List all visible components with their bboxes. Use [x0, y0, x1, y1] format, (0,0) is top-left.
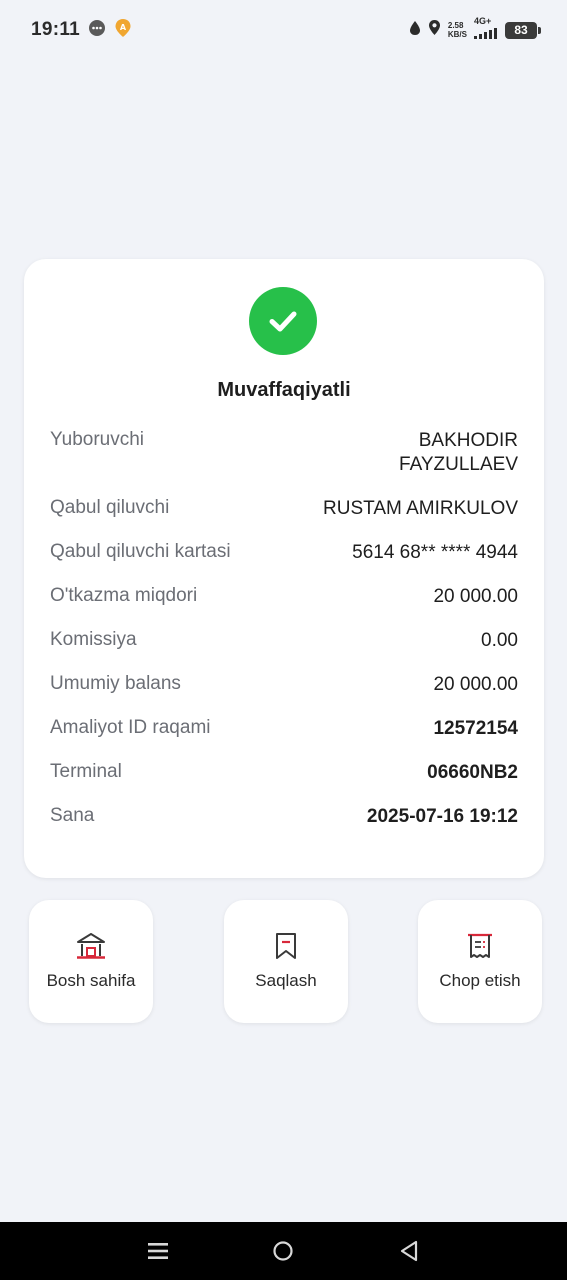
detail-label: Yuboruvchi — [50, 429, 145, 450]
detail-value: 20 000.00 — [433, 674, 518, 695]
detail-value: BAKHODIR FAYZULLAEV — [399, 430, 518, 475]
battery-level: 83 — [514, 23, 528, 37]
detail-label: Umumiy balans — [50, 673, 181, 694]
battery-icon: 83 — [505, 21, 541, 39]
home-button[interactable]: Bosh sahifa — [29, 900, 153, 1023]
print-button-label: Chop etish — [439, 971, 521, 990]
svg-text:A: A — [120, 23, 127, 32]
menu-icon — [147, 1243, 168, 1259]
detail-value: 20 000.00 — [433, 586, 518, 607]
status-bar-right: 2.58 KB/S 4G+ 83 — [409, 15, 541, 44]
receipt-card: Muvaffaqiyatli Yuboruvchi BAKHODIR FAYZU… — [24, 259, 544, 878]
back-nav-button[interactable] — [389, 1231, 429, 1271]
detail-label: O'tkazma miqdori — [50, 585, 198, 606]
detail-row-receiver: Qabul qiluvchi RUSTAM AMIRKULOV — [50, 497, 518, 521]
location-icon — [428, 19, 441, 41]
status-bar-left: 19:11 A — [31, 18, 132, 43]
detail-label: Amaliyot ID raqami — [50, 717, 211, 738]
navigation-app-icon: A — [114, 18, 132, 43]
detail-value: RUSTAM AMIRKULOV — [323, 498, 518, 519]
detail-row-transaction-id: Amaliyot ID raqami 12572154 — [50, 717, 518, 741]
detail-value: 2025-07-16 19:12 — [366, 806, 518, 827]
detail-row-total: Umumiy balans 20 000.00 — [50, 673, 518, 697]
save-button-label: Saqlash — [255, 971, 317, 990]
detail-row-receiver-card: Qabul qiluvchi kartasi 5614 68** **** 49… — [50, 541, 518, 565]
print-button[interactable]: Chop etish — [418, 900, 542, 1023]
network-speed-unit: KB/S — [447, 30, 467, 39]
status-bar: 19:11 A 2.58 KB/S 4G+ 83 — [0, 0, 567, 60]
system-navigation-bar — [0, 1222, 567, 1280]
detail-label: Qabul qiluvchi kartasi — [50, 541, 231, 562]
network-speed: 2.58 KB/S — [448, 21, 467, 39]
receipt-details: Yuboruvchi BAKHODIR FAYZULLAEV Qabul qil… — [50, 429, 518, 829]
status-time: 19:11 — [31, 19, 81, 40]
detail-value: 06660NB2 — [427, 762, 518, 783]
detail-label: Sana — [50, 805, 95, 826]
circle-home-icon — [273, 1241, 294, 1261]
back-triangle-icon — [401, 1240, 418, 1262]
receipt-icon — [465, 931, 495, 961]
data-saver-icon — [409, 20, 421, 41]
save-button[interactable]: Saqlash — [224, 900, 348, 1023]
action-buttons: Bosh sahifa Saqlash Chop etish — [29, 900, 542, 1023]
detail-label: Qabul qiluvchi — [50, 497, 170, 518]
signal-strength-icon — [474, 26, 498, 44]
detail-row-commission: Komissiya 0.00 — [50, 629, 518, 653]
success-check-icon — [249, 287, 317, 355]
home-button-label: Bosh sahifa — [46, 971, 136, 990]
detail-row-amount: O'tkazma miqdori 20 000.00 — [50, 585, 518, 609]
signal-group: 4G+ — [474, 15, 498, 44]
network-speed-value: 2.58 — [447, 21, 464, 30]
detail-label: Komissiya — [50, 629, 137, 650]
detail-value: 5614 68** **** 4944 — [352, 542, 518, 563]
home-nav-button[interactable] — [263, 1231, 303, 1271]
detail-row-sender: Yuboruvchi BAKHODIR FAYZULLAEV — [50, 429, 518, 477]
recent-apps-button[interactable] — [138, 1231, 178, 1271]
network-type: 4G+ — [474, 15, 492, 26]
bookmark-icon — [271, 931, 301, 961]
status-title: Muvaffaqiyatli — [217, 379, 351, 401]
detail-value: 0.00 — [481, 630, 518, 651]
detail-label: Terminal — [50, 761, 122, 782]
bank-icon — [76, 931, 106, 961]
chat-notification-icon — [88, 19, 106, 42]
detail-row-terminal: Terminal 06660NB2 — [50, 761, 518, 785]
detail-row-date: Sana 2025-07-16 19:12 — [50, 805, 518, 829]
detail-value: 12572154 — [433, 718, 518, 739]
